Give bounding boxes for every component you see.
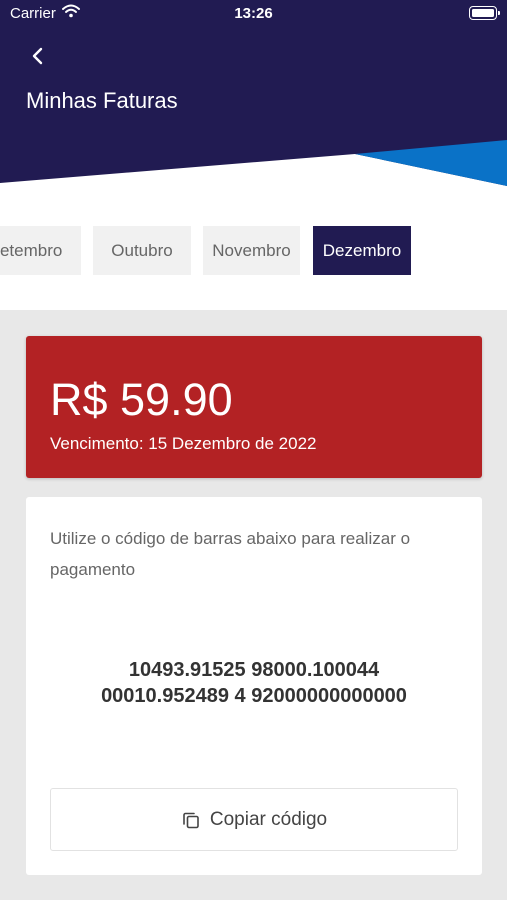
battery-icon [469,6,500,20]
copy-code-button[interactable]: Copiar código [50,788,458,851]
tab-setembro[interactable]: Setembro [0,226,81,275]
tab-label: Dezembro [322,240,402,260]
page-title: Minhas Faturas [26,88,178,113]
due-date: Vencimento: 15 Dezembro de 2022 [50,434,317,453]
tab-dezembro[interactable]: Dezembro [313,226,411,275]
tab-outubro[interactable]: Outubro [93,226,191,275]
header: Carrier 13:26 Minhas Faturas [0,0,507,190]
tab-label: Outubro [111,240,173,260]
barcode-line-2: 00010.952489 4 92000000000000 [101,685,407,707]
tab-novembro[interactable]: Novembro [203,226,300,275]
status-time: 13:26 [234,5,273,22]
back-button[interactable] [22,40,54,72]
chevron-left-icon [32,47,43,65]
copy-code-label: Copiar código [209,808,328,830]
status-bar: Carrier 13:26 [0,0,507,28]
payment-info-card: Utilize o código de barras abaixo para r… [26,497,482,875]
copy-icon [181,810,201,830]
invoice-amount-card: R$ 59.90 Vencimento: 15 Dezembro de 2022 [26,336,482,478]
tab-label: Novembro [212,240,291,260]
payment-instruction: Utilize o código de barras abaixo para r… [50,529,411,579]
invoice-amount: R$ 59.90 [50,374,233,425]
barcode-line-1: 10493.91525 98000.100044 [128,659,380,681]
tab-label: Setembro [0,240,63,260]
barcode-number: 10493.91525 98000.100044 00010.952489 4 … [26,657,482,709]
months-tab-bar: Setembro Outubro Novembro Dezembro [0,190,507,310]
